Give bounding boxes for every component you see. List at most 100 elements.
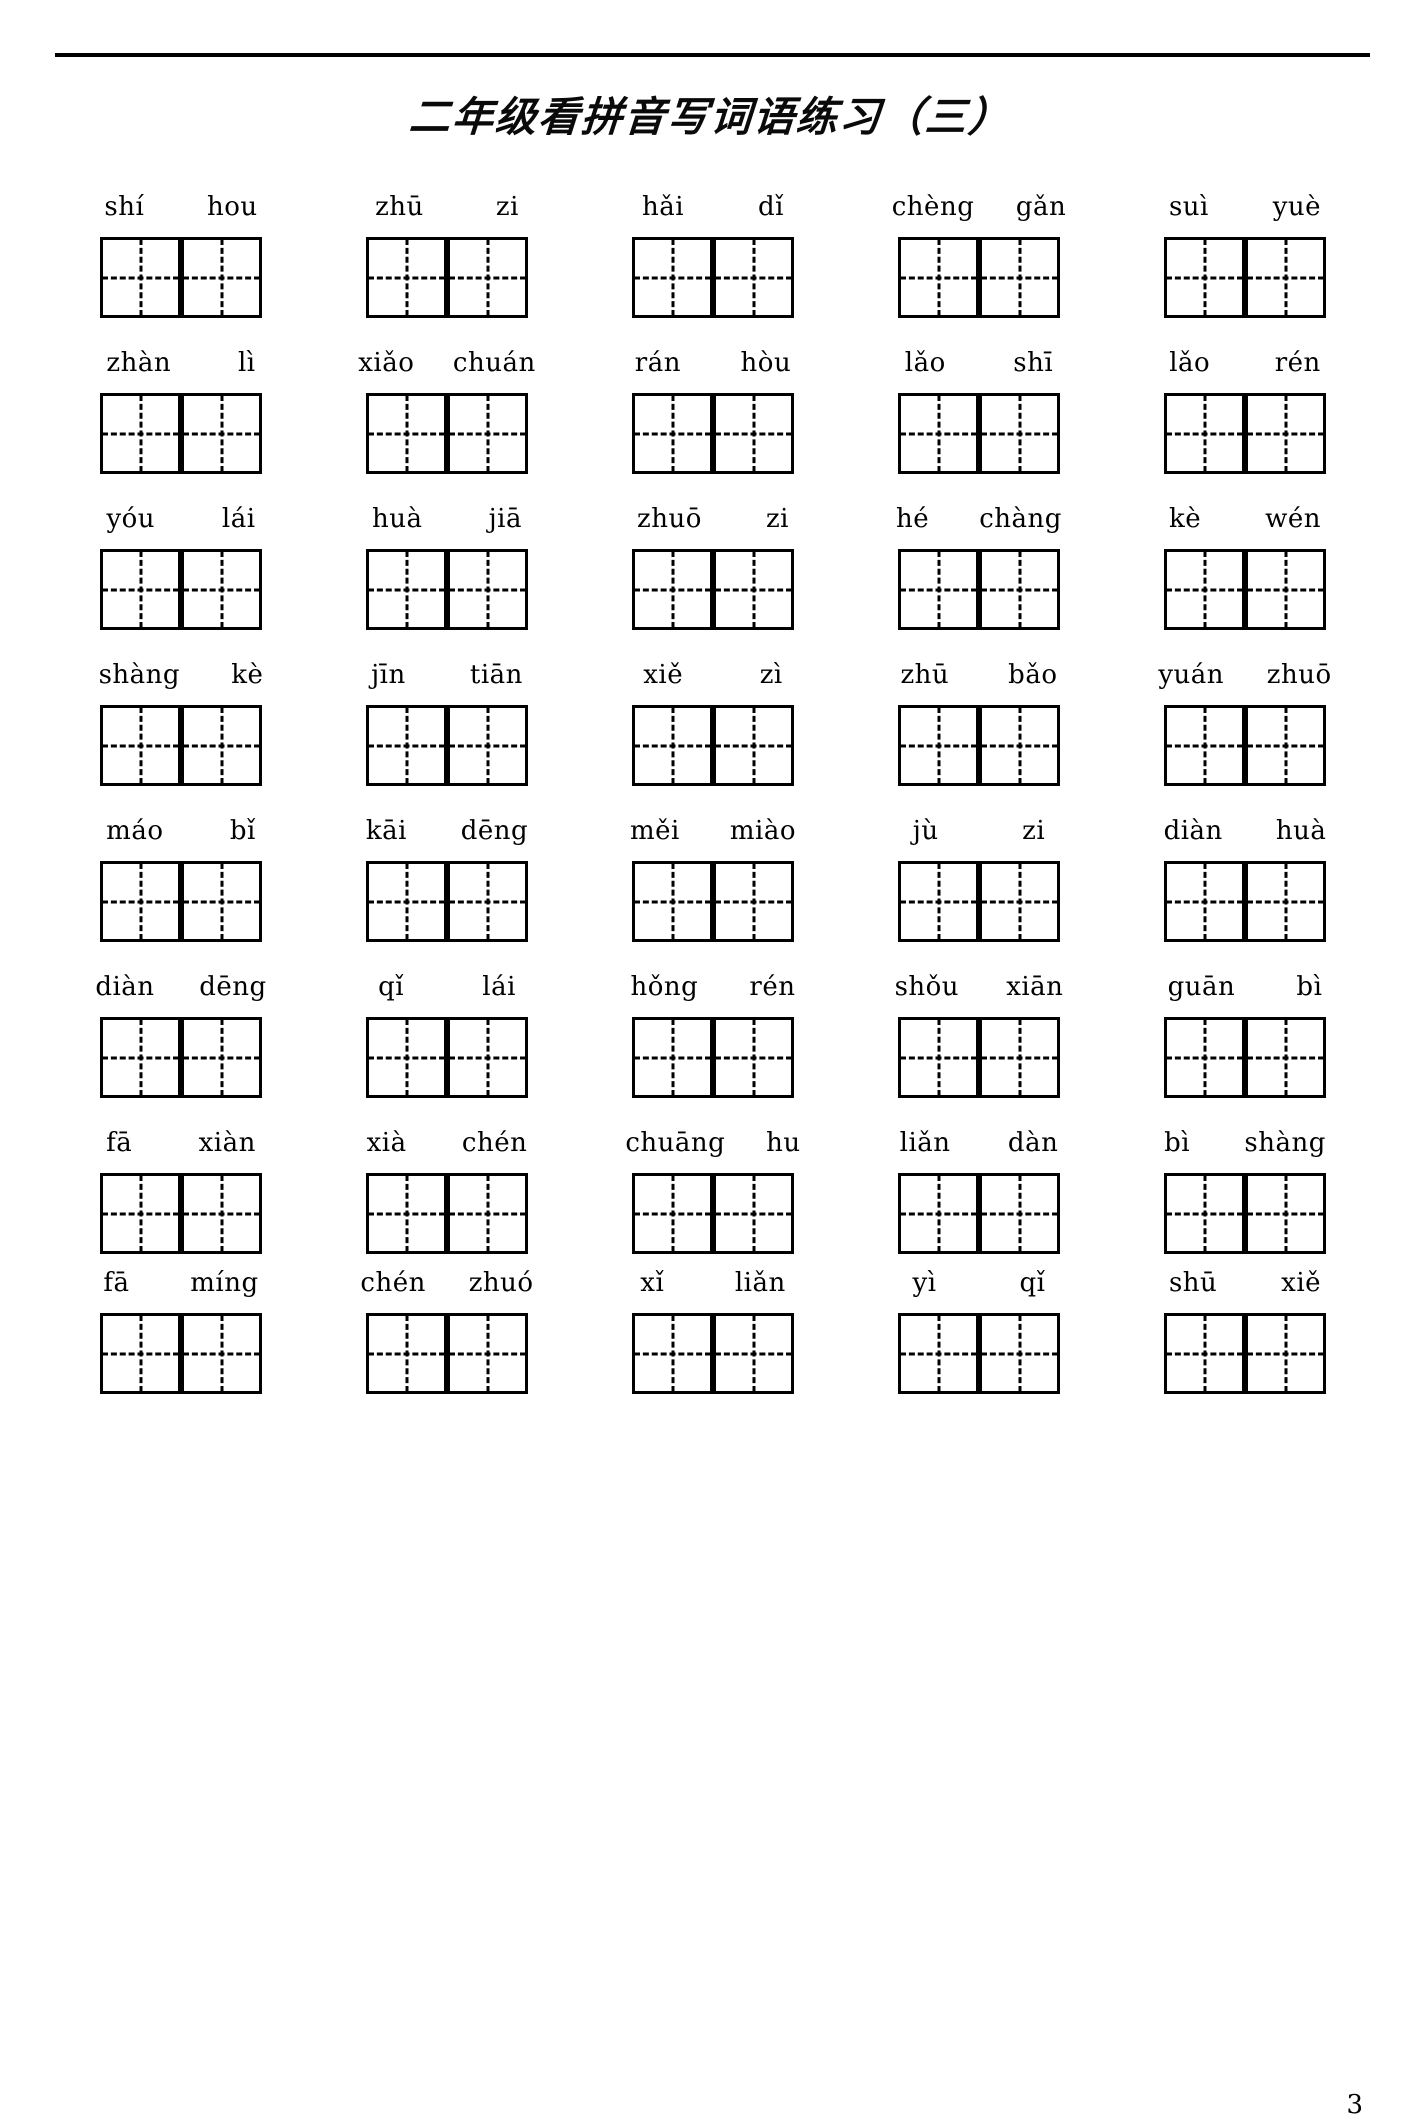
tianzige-cell[interactable] — [979, 861, 1060, 942]
tianzige-grid[interactable] — [366, 1173, 528, 1254]
tianzige-cell[interactable] — [366, 549, 447, 630]
tianzige-grid[interactable] — [1164, 861, 1326, 942]
tianzige-grid[interactable] — [100, 1017, 262, 1098]
tianzige-cell[interactable] — [447, 1017, 528, 1098]
tianzige-cell[interactable] — [100, 393, 181, 474]
tianzige-cell[interactable] — [366, 1017, 447, 1098]
tianzige-cell[interactable] — [632, 705, 713, 786]
tianzige-grid[interactable] — [100, 549, 262, 630]
tianzige-cell[interactable] — [181, 861, 262, 942]
tianzige-grid[interactable] — [632, 237, 794, 318]
tianzige-cell[interactable] — [1245, 237, 1326, 318]
tianzige-cell[interactable] — [447, 1173, 528, 1254]
tianzige-cell[interactable] — [713, 1313, 794, 1394]
tianzige-cell[interactable] — [979, 549, 1060, 630]
tianzige-grid[interactable] — [632, 1017, 794, 1098]
tianzige-cell[interactable] — [979, 237, 1060, 318]
tianzige-grid[interactable] — [898, 1173, 1060, 1254]
tianzige-cell[interactable] — [898, 705, 979, 786]
tianzige-grid[interactable] — [632, 1313, 794, 1394]
tianzige-cell[interactable] — [632, 1173, 713, 1254]
tianzige-cell[interactable] — [366, 1313, 447, 1394]
tianzige-cell[interactable] — [100, 1173, 181, 1254]
tianzige-cell[interactable] — [181, 237, 262, 318]
tianzige-grid[interactable] — [366, 549, 528, 630]
tianzige-cell[interactable] — [713, 1173, 794, 1254]
tianzige-cell[interactable] — [713, 705, 794, 786]
tianzige-cell[interactable] — [366, 1173, 447, 1254]
tianzige-grid[interactable] — [632, 1173, 794, 1254]
tianzige-cell[interactable] — [1164, 549, 1245, 630]
tianzige-cell[interactable] — [713, 549, 794, 630]
tianzige-cell[interactable] — [713, 861, 794, 942]
tianzige-grid[interactable] — [366, 1017, 528, 1098]
tianzige-cell[interactable] — [100, 1017, 181, 1098]
tianzige-cell[interactable] — [366, 237, 447, 318]
tianzige-cell[interactable] — [1245, 1313, 1326, 1394]
tianzige-grid[interactable] — [1164, 549, 1326, 630]
tianzige-cell[interactable] — [632, 237, 713, 318]
tianzige-cell[interactable] — [181, 1017, 262, 1098]
tianzige-cell[interactable] — [979, 1017, 1060, 1098]
tianzige-cell[interactable] — [447, 705, 528, 786]
tianzige-cell[interactable] — [366, 393, 447, 474]
tianzige-cell[interactable] — [1245, 549, 1326, 630]
tianzige-grid[interactable] — [100, 1173, 262, 1254]
tianzige-cell[interactable] — [181, 1313, 262, 1394]
tianzige-grid[interactable] — [366, 705, 528, 786]
tianzige-cell[interactable] — [1245, 1017, 1326, 1098]
tianzige-grid[interactable] — [100, 237, 262, 318]
tianzige-cell[interactable] — [181, 549, 262, 630]
tianzige-grid[interactable] — [100, 393, 262, 474]
tianzige-cell[interactable] — [1164, 1313, 1245, 1394]
tianzige-cell[interactable] — [181, 1173, 262, 1254]
tianzige-grid[interactable] — [632, 549, 794, 630]
tianzige-grid[interactable] — [898, 393, 1060, 474]
tianzige-grid[interactable] — [366, 861, 528, 942]
tianzige-cell[interactable] — [632, 1313, 713, 1394]
tianzige-cell[interactable] — [1164, 1017, 1245, 1098]
tianzige-cell[interactable] — [898, 549, 979, 630]
tianzige-cell[interactable] — [1164, 393, 1245, 474]
tianzige-cell[interactable] — [632, 1017, 713, 1098]
tianzige-cell[interactable] — [1245, 1173, 1326, 1254]
tianzige-cell[interactable] — [898, 1173, 979, 1254]
tianzige-cell[interactable] — [713, 237, 794, 318]
tianzige-cell[interactable] — [447, 861, 528, 942]
tianzige-cell[interactable] — [979, 393, 1060, 474]
tianzige-cell[interactable] — [979, 1313, 1060, 1394]
tianzige-cell[interactable] — [100, 549, 181, 630]
tianzige-grid[interactable] — [898, 705, 1060, 786]
tianzige-cell[interactable] — [181, 705, 262, 786]
tianzige-grid[interactable] — [898, 861, 1060, 942]
tianzige-grid[interactable] — [898, 1313, 1060, 1394]
tianzige-grid[interactable] — [632, 861, 794, 942]
tianzige-cell[interactable] — [713, 1017, 794, 1098]
tianzige-cell[interactable] — [447, 1313, 528, 1394]
tianzige-grid[interactable] — [100, 861, 262, 942]
tianzige-grid[interactable] — [1164, 1017, 1326, 1098]
tianzige-cell[interactable] — [366, 861, 447, 942]
tianzige-cell[interactable] — [366, 705, 447, 786]
tianzige-cell[interactable] — [100, 1313, 181, 1394]
tianzige-grid[interactable] — [366, 393, 528, 474]
tianzige-cell[interactable] — [447, 237, 528, 318]
tianzige-cell[interactable] — [100, 705, 181, 786]
tianzige-cell[interactable] — [447, 549, 528, 630]
tianzige-grid[interactable] — [632, 393, 794, 474]
tianzige-cell[interactable] — [632, 861, 713, 942]
tianzige-cell[interactable] — [1245, 393, 1326, 474]
tianzige-grid[interactable] — [632, 705, 794, 786]
tianzige-cell[interactable] — [979, 705, 1060, 786]
tianzige-cell[interactable] — [898, 393, 979, 474]
tianzige-cell[interactable] — [100, 861, 181, 942]
tianzige-grid[interactable] — [1164, 237, 1326, 318]
tianzige-grid[interactable] — [1164, 1313, 1326, 1394]
tianzige-cell[interactable] — [447, 393, 528, 474]
tianzige-cell[interactable] — [898, 1313, 979, 1394]
tianzige-cell[interactable] — [1164, 1173, 1245, 1254]
tianzige-grid[interactable] — [366, 237, 528, 318]
tianzige-cell[interactable] — [632, 393, 713, 474]
tianzige-cell[interactable] — [898, 861, 979, 942]
tianzige-grid[interactable] — [1164, 1173, 1326, 1254]
